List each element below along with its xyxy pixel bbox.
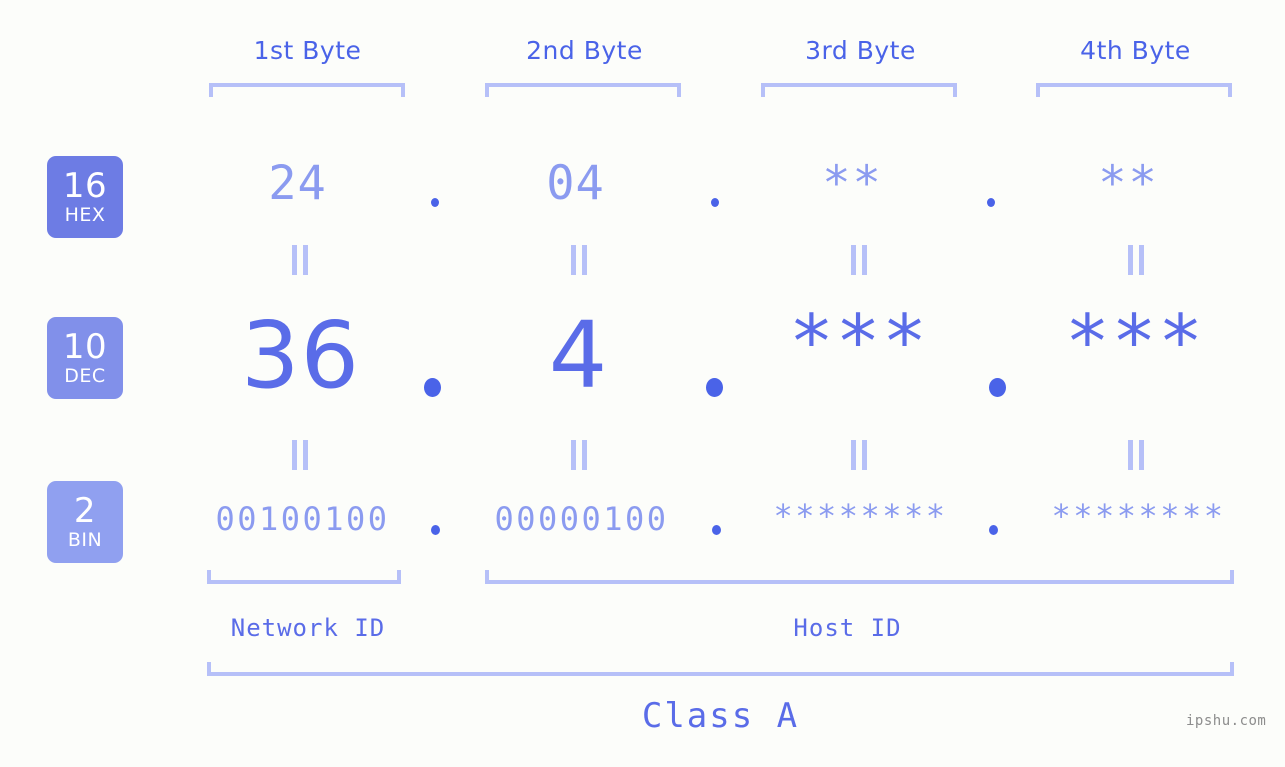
ip-byte-breakdown-diagram: 1st Byte 2nd Byte 3rd Byte 4th Byte 16 H… [0, 0, 1285, 767]
bin-byte-value-1: 00100100 [215, 500, 390, 538]
equivalence-mark-hex-dec-3 [851, 245, 867, 275]
network-id-bracket [207, 570, 401, 584]
byte-header-label-4: 4th Byte [1080, 36, 1191, 65]
equivalence-mark-hex-dec-4 [1128, 245, 1144, 275]
byte-bracket-2 [485, 83, 681, 97]
base-badge-dec-number: 10 [62, 327, 108, 367]
watermark-text: ipshu.com [1186, 713, 1267, 729]
dec-byte-value-1: 36 [240, 302, 361, 409]
bin-byte-value-3: ******** [773, 497, 948, 535]
hex-separator-dot-3 [987, 198, 995, 207]
bin-separator-dot-1 [431, 525, 440, 535]
byte-header-label-3: 3rd Byte [805, 36, 916, 65]
base-badge-bin-name: BIN [67, 529, 103, 551]
equivalence-mark-hex-dec-2 [571, 245, 587, 275]
equivalence-mark-dec-bin-4 [1128, 440, 1144, 470]
bin-byte-value-4: ******** [1051, 497, 1226, 535]
bin-separator-dot-2 [712, 525, 721, 535]
hex-byte-value-1: 24 [268, 156, 327, 211]
bin-byte-value-2: 00000100 [494, 500, 669, 538]
hex-byte-value-3: ** [822, 156, 883, 211]
dec-separator-dot-1 [424, 378, 441, 397]
base-badge-dec: 10 DEC [47, 317, 123, 399]
dec-byte-value-2: 4 [548, 302, 609, 409]
dec-separator-dot-2 [706, 378, 723, 397]
equivalence-mark-hex-dec-1 [292, 245, 308, 275]
hex-byte-value-2: 04 [546, 156, 605, 211]
class-bracket [207, 662, 1234, 676]
dec-separator-dot-3 [989, 378, 1006, 397]
base-badge-hex-number: 16 [62, 166, 108, 206]
byte-header-label-1: 1st Byte [253, 36, 362, 65]
base-badge-hex: 16 HEX [47, 156, 123, 238]
base-badge-hex-name: HEX [64, 204, 106, 226]
base-badge-bin: 2 BIN [47, 481, 123, 563]
byte-bracket-4 [1036, 83, 1232, 97]
host-id-bracket [485, 570, 1234, 584]
bin-separator-dot-3 [989, 525, 998, 535]
network-id-label: Network ID [230, 614, 386, 642]
byte-bracket-1 [209, 83, 405, 97]
base-badge-dec-name: DEC [64, 365, 106, 387]
equivalence-mark-dec-bin-3 [851, 440, 867, 470]
byte-header-label-2: 2nd Byte [526, 36, 643, 65]
equivalence-mark-dec-bin-2 [571, 440, 587, 470]
hex-separator-dot-1 [431, 198, 439, 207]
dec-byte-value-3: *** [789, 299, 929, 385]
equivalence-mark-dec-bin-1 [292, 440, 308, 470]
class-label: Class A [641, 696, 800, 736]
hex-byte-value-4: ** [1098, 156, 1159, 211]
byte-bracket-3 [761, 83, 957, 97]
base-badge-bin-number: 2 [73, 491, 97, 531]
host-id-label: Host ID [793, 614, 902, 642]
dec-byte-value-4: *** [1065, 299, 1205, 385]
hex-separator-dot-2 [711, 198, 719, 207]
